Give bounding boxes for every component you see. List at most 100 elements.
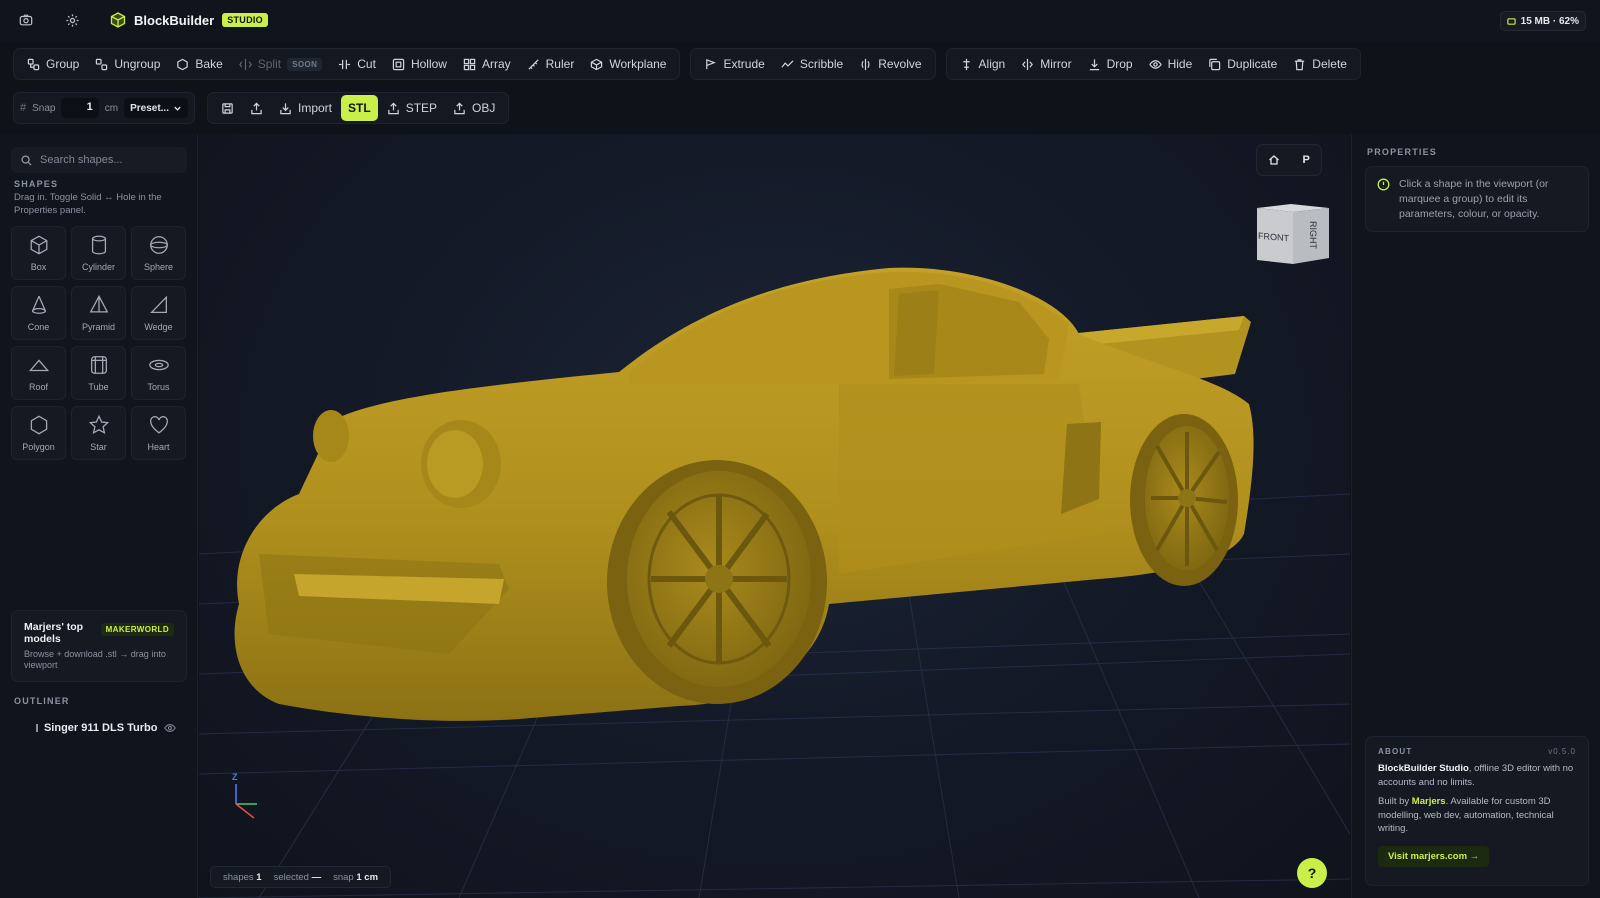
mirror-icon [1021, 58, 1034, 71]
export-obj-button[interactable]: OBJ [446, 95, 502, 121]
shape-polygon[interactable]: Polygon [11, 406, 66, 460]
revolve-button[interactable]: Revolve [852, 51, 928, 77]
chevron-down-icon [173, 104, 182, 113]
shape-cone[interactable]: Cone [11, 286, 66, 340]
about-card: ABOUT v0.5.0 BlockBuilder Studio, offlin… [1365, 736, 1589, 886]
makerworld-badge: MAKERWORLD [100, 623, 174, 636]
snap-status: 1 cm [356, 871, 379, 883]
snap-input[interactable]: 1 [61, 98, 99, 118]
visibility-eye-icon[interactable] [164, 722, 176, 734]
toolbar-group-edit: Group Ungroup Bake Split SOON Cut Hollow … [13, 48, 681, 80]
hollow-icon [392, 58, 405, 71]
cut-button[interactable]: Cut [331, 51, 383, 77]
duplicate-icon [1208, 58, 1221, 71]
group-icon [27, 58, 40, 71]
3d-viewport[interactable]: Z P FRONT RIGHT shapes 1 selected — snap… [199, 134, 1350, 898]
shape-roof[interactable]: Roof [11, 346, 66, 400]
import-button[interactable]: Import [272, 95, 339, 121]
promo-description: Browse + download .stl → drag into viewp… [24, 649, 166, 670]
app-brand: BlockBuilder STUDIO [110, 12, 268, 28]
soon-badge: SOON [287, 57, 323, 71]
promo-title: Marjers' top models [24, 621, 84, 645]
workplane-icon [590, 58, 603, 71]
memory-chip-icon [1506, 17, 1516, 26]
gear-icon[interactable] [58, 6, 86, 34]
group-button[interactable]: Group [20, 51, 86, 77]
shape-heart[interactable]: Heart [131, 406, 186, 460]
cut-icon [338, 58, 351, 71]
memory-indicator: 15 MB · 62% [1499, 11, 1586, 31]
about-heading: ABOUT [1378, 747, 1413, 756]
cone-icon [28, 294, 50, 316]
workplane-button[interactable]: Workplane [583, 51, 673, 77]
hide-button[interactable]: Hide [1142, 51, 1200, 77]
cylinder-icon [88, 234, 110, 256]
export-step-button[interactable]: STEP [380, 95, 444, 121]
duplicate-button[interactable]: Duplicate [1201, 51, 1284, 77]
view-cube-right[interactable]: RIGHT [1308, 221, 1318, 249]
shape-wedge[interactable]: Wedge [131, 286, 186, 340]
visit-website-button[interactable]: Visit marjers.com → [1378, 845, 1490, 867]
pyramid-icon [88, 294, 110, 316]
download-icon [279, 102, 292, 115]
shape-tube[interactable]: Tube [71, 346, 126, 400]
outliner-item[interactable]: Singer 911 DLS Turbo [36, 722, 176, 734]
projection-toggle[interactable]: P [1302, 154, 1309, 166]
box-icon [28, 234, 50, 256]
delete-button[interactable]: Delete [1286, 51, 1354, 77]
about-line-1: BlockBuilder Studio, offline 3D editor w… [1378, 763, 1574, 788]
scribble-icon [781, 58, 794, 71]
makerworld-promo[interactable]: Marjers' top models MAKERWORLD Browse + … [11, 610, 187, 682]
help-button[interactable]: ? [1297, 858, 1327, 888]
search-input[interactable] [40, 154, 170, 166]
home-icon[interactable] [1268, 154, 1280, 166]
main-toolbar: Group Ungroup Bake Split SOON Cut Hollow … [13, 48, 1361, 80]
star-icon [88, 414, 110, 436]
mirror-button[interactable]: Mirror [1014, 51, 1078, 77]
upload-icon [453, 102, 466, 115]
shapes-heading: SHAPES [14, 179, 59, 189]
trash-icon [1293, 58, 1306, 71]
camera-icon[interactable] [12, 6, 40, 34]
shape-search[interactable] [11, 147, 187, 173]
array-icon [463, 58, 476, 71]
upload-icon [387, 102, 400, 115]
polygon-icon [28, 414, 50, 436]
eye-icon [1148, 58, 1162, 71]
scribble-button[interactable]: Scribble [774, 51, 850, 77]
drop-button[interactable]: Drop [1081, 51, 1140, 77]
ungroup-button[interactable]: Ungroup [88, 51, 167, 77]
shape-grid: Box Cylinder Sphere Cone Pyramid Wedge R… [11, 226, 187, 460]
shape-sphere[interactable]: Sphere [131, 226, 186, 280]
author-link[interactable]: Marjers [1412, 796, 1446, 807]
shape-cylinder[interactable]: Cylinder [71, 226, 126, 280]
viewport-scene [199, 267, 1350, 898]
properties-heading: PROPERTIES [1367, 147, 1438, 157]
hollow-button[interactable]: Hollow [385, 51, 454, 77]
file-controls: Import STL STEP OBJ [207, 92, 510, 124]
shape-torus[interactable]: Torus [131, 346, 186, 400]
save-icon [221, 102, 234, 115]
shape-box[interactable]: Box [11, 226, 66, 280]
array-button[interactable]: Array [456, 51, 518, 77]
outliner-item-marker [36, 724, 38, 732]
snap-export-bar: # Snap 1 cm Preset... Import STL STEP OB… [13, 92, 510, 124]
ungroup-icon [95, 58, 108, 71]
ruler-button[interactable]: Ruler [520, 51, 582, 77]
shape-star[interactable]: Star [71, 406, 126, 460]
roof-icon [28, 354, 50, 376]
save-button[interactable] [214, 95, 241, 121]
split-button[interactable]: Split SOON [232, 51, 330, 77]
toolbar-group-arrange: Align Mirror Drop Hide Duplicate Delete [945, 48, 1361, 80]
memory-text: 15 MB · 62% [1520, 15, 1579, 27]
shape-pyramid[interactable]: Pyramid [71, 286, 126, 340]
selected-count: — [311, 871, 322, 883]
share-button[interactable] [243, 95, 270, 121]
export-stl-button[interactable]: STL [341, 95, 378, 121]
bake-button[interactable]: Bake [169, 51, 229, 77]
ruler-icon [527, 58, 540, 71]
preset-dropdown[interactable]: Preset... [124, 98, 188, 118]
extrude-button[interactable]: Extrude [697, 51, 771, 77]
align-button[interactable]: Align [953, 51, 1013, 77]
view-cube[interactable]: FRONT RIGHT [1253, 202, 1331, 264]
